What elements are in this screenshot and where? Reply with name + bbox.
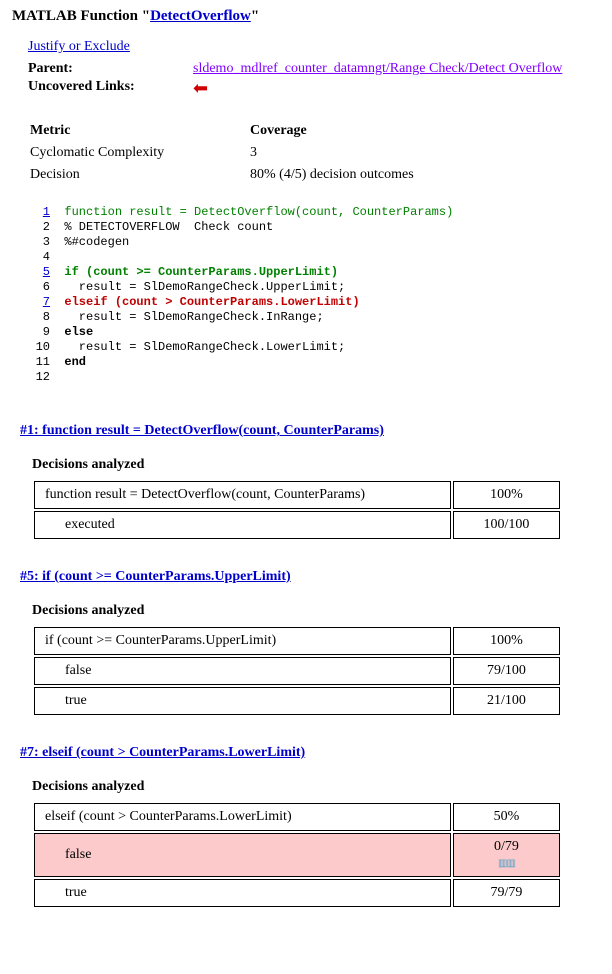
code-line-num: 2 (28, 220, 50, 235)
code-line-num: 3 (28, 235, 50, 250)
code-text: result = SlDemoRangeCheck.LowerLimit; (64, 340, 345, 354)
metric-cyclomatic-label: Cyclomatic Complexity (30, 143, 248, 163)
decisions-analyzed-title: Decisions analyzed (32, 603, 600, 619)
table-row: executed 100/100 (34, 511, 560, 539)
decision-count-text: 0/79 (494, 839, 519, 854)
code-line-num: 11 (28, 355, 50, 370)
code-line-num: 8 (28, 310, 50, 325)
decisions-table-5: if (count >= CounterParams.UpperLimit) 1… (32, 625, 562, 717)
code-text: result = SlDemoRangeCheck.InRange; (64, 310, 323, 324)
table-row: true 21/100 (34, 687, 560, 715)
justify-exclude-link[interactable]: Justify or Exclude (28, 39, 130, 54)
table-row: function result = DetectOverflow(count, … (34, 481, 560, 509)
code-line-num: 10 (28, 340, 50, 355)
decision-count: 21/100 (453, 687, 560, 715)
code-text: result = SlDemoRangeCheck.UpperLimit; (64, 280, 345, 294)
code-text: elseif (count > CounterParams.LowerLimit… (64, 295, 359, 309)
table-row: true 79/79 (34, 879, 560, 907)
table-row: elseif (count > CounterParams.LowerLimit… (34, 803, 560, 831)
code-line-link-7[interactable]: 7 (43, 295, 50, 309)
decision-expr: if (count >= CounterParams.UpperLimit) (34, 627, 451, 655)
metrics-header-metric: Metric (30, 121, 248, 141)
decision-outcome: true (34, 879, 451, 907)
code-text: %#codegen (64, 235, 129, 249)
code-line-link-5[interactable]: 5 (43, 265, 50, 279)
section-7-link[interactable]: #7: elseif (count > CounterParams.LowerL… (20, 745, 305, 761)
metrics-header-coverage: Coverage (250, 121, 414, 141)
code-text: else (64, 325, 93, 339)
decision-count-uncovered: 0/79 ▥▥ (453, 833, 560, 877)
code-line-num: 6 (28, 280, 50, 295)
table-row: if (count >= CounterParams.UpperLimit) 1… (34, 627, 560, 655)
code-text: if (count >= CounterParams.UpperLimit) (64, 265, 338, 279)
code-block: 1 function result = DetectOverflow(count… (28, 205, 600, 385)
uncovered-links-label: Uncovered Links: (28, 79, 193, 95)
decision-outcome: executed (34, 511, 451, 539)
parent-link[interactable]: sldemo_mdlref_counter_datamngt/Range Che… (193, 61, 562, 77)
metric-decision-label: Decision (30, 165, 248, 185)
decision-count: 100/100 (453, 511, 560, 539)
parent-label: Parent: (28, 61, 193, 77)
decision-outcome-uncovered: false (34, 833, 451, 877)
code-text: % DETECTOVERFLOW Check count (64, 220, 273, 234)
title-function-link[interactable]: DetectOverflow (150, 8, 251, 24)
decisions-table-1: function result = DetectOverflow(count, … (32, 479, 562, 541)
decision-pct: 50% (453, 803, 560, 831)
page-title: MATLAB Function "DetectOverflow" (12, 8, 600, 25)
filter-icon[interactable]: ▥▥ (498, 858, 515, 869)
decisions-analyzed-title: Decisions analyzed (32, 457, 600, 473)
arrow-left-icon[interactable]: ⬅ (193, 81, 208, 97)
code-line-num: 9 (28, 325, 50, 340)
decision-outcome: false (34, 657, 451, 685)
code-text: function result = DetectOverflow(count, … (64, 205, 453, 219)
section-1-link[interactable]: #1: function result = DetectOverflow(cou… (20, 423, 384, 439)
decision-expr: function result = DetectOverflow(count, … (34, 481, 451, 509)
decision-count: 79/100 (453, 657, 560, 685)
metric-cyclomatic-value: 3 (250, 143, 414, 163)
title-prefix: MATLAB Function " (12, 8, 150, 24)
metrics-table: Metric Coverage Cyclomatic Complexity 3 … (28, 119, 416, 187)
metric-decision-value: 80% (4/5) decision outcomes (250, 165, 414, 185)
code-text: end (64, 355, 86, 369)
table-row: false 0/79 ▥▥ (34, 833, 560, 877)
decision-pct: 100% (453, 627, 560, 655)
decisions-table-7: elseif (count > CounterParams.LowerLimit… (32, 801, 562, 909)
decision-expr: elseif (count > CounterParams.LowerLimit… (34, 803, 451, 831)
code-line-link-1[interactable]: 1 (43, 205, 50, 219)
decision-outcome: true (34, 687, 451, 715)
code-line-num: 12 (28, 370, 50, 385)
table-row: false 79/100 (34, 657, 560, 685)
title-suffix: " (251, 8, 259, 24)
decision-count: 79/79 (453, 879, 560, 907)
decision-pct: 100% (453, 481, 560, 509)
decisions-analyzed-title: Decisions analyzed (32, 779, 600, 795)
code-line-num: 4 (28, 250, 50, 265)
section-5-link[interactable]: #5: if (count >= CounterParams.UpperLimi… (20, 569, 291, 585)
